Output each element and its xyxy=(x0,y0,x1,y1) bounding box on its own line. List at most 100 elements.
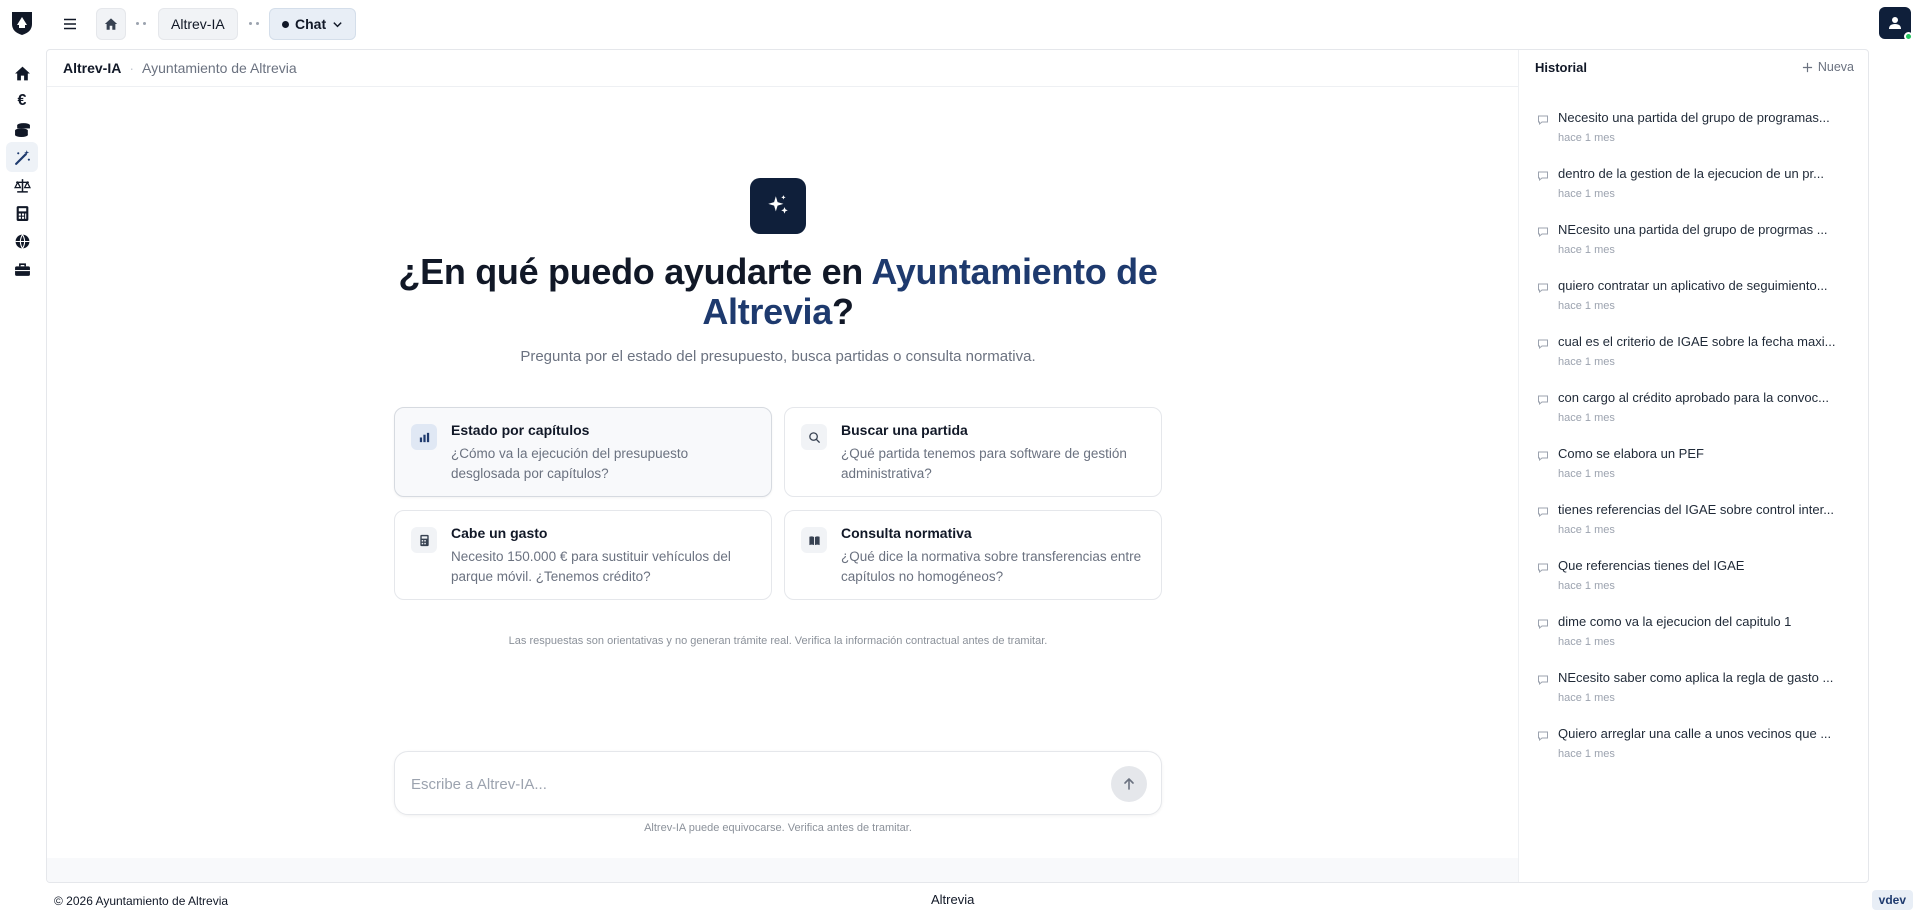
history-item[interactable]: tienes referencias del IGAE sobre contro… xyxy=(1537,502,1857,554)
history-item[interactable]: NEcesito una partida del grupo de progrm… xyxy=(1537,222,1857,274)
card-description: ¿Cómo va la ejecución del presupuesto de… xyxy=(451,446,689,481)
breadcrumb-app-label: Altrev-IA xyxy=(171,16,225,32)
history-item-time: hace 1 mes xyxy=(1558,692,1615,704)
history-item-title: Que referencias tienes del IGAE xyxy=(1558,558,1745,573)
avatar[interactable] xyxy=(1879,7,1913,41)
page-subtitle: Pregunta por el estado del presupuesto, … xyxy=(520,348,1036,365)
magic-wand-icon[interactable] xyxy=(6,142,38,172)
history-item[interactable]: Como se elabora un PEF hace 1 mes xyxy=(1537,446,1857,498)
app-name: Altrev-IA xyxy=(63,60,122,76)
card-description: ¿Qué dice la normativa sobre transferenc… xyxy=(841,549,1142,584)
history-item[interactable]: cual es el criterio de IGAE sobre la fec… xyxy=(1537,334,1857,386)
history-item-title: cual es el criterio de IGAE sobre la fec… xyxy=(1558,334,1836,349)
scale-icon[interactable] xyxy=(6,170,38,200)
chat-bubble-icon xyxy=(1538,507,1548,518)
suggestion-card-estado[interactable]: Estado por capítulos ¿Cómo va la ejecuci… xyxy=(394,407,772,497)
history-item-title: quiero contratar un aplicativo de seguim… xyxy=(1558,278,1828,293)
history-item-title: Necesito una partida del grupo de progra… xyxy=(1558,110,1830,125)
chat-bubble-icon xyxy=(1538,115,1548,126)
breadcrumb-app[interactable]: Altrev-IA xyxy=(158,8,238,40)
footer-copyright: © 2026 Ayuntamiento de Altrevia xyxy=(54,894,229,908)
plus-icon xyxy=(1802,62,1812,72)
history-item[interactable]: Que referencias tienes del IGAE hace 1 me… xyxy=(1537,558,1857,610)
history-item-title: dime como va la ejecucion del capitulo 1 xyxy=(1558,614,1792,629)
suggestion-card-buscar[interactable]: Buscar una partida ¿Qué partida tenemos … xyxy=(784,407,1162,497)
logo-shield-icon[interactable] xyxy=(10,10,34,36)
main-frame: Altrev-IA · Ayuntamiento de Altrevia ¿En… xyxy=(46,49,1869,883)
briefcase-icon[interactable] xyxy=(6,254,38,284)
breadcrumb-separator xyxy=(136,22,146,25)
main-bottom-strip xyxy=(47,858,1518,882)
send-button[interactable] xyxy=(1111,766,1147,802)
chat-bubble-icon xyxy=(1538,563,1548,574)
history-item[interactable]: Necesito una partida del grupo de progra… xyxy=(1537,110,1857,162)
history-item-title: dentro de la gestion de la ejecucion de … xyxy=(1558,166,1824,181)
suggestion-card-normativa[interactable]: Consulta normativa ¿Qué dice la normativ… xyxy=(784,510,1162,600)
card-title: Buscar una partida xyxy=(841,422,968,438)
coins-icon[interactable] xyxy=(6,114,38,144)
disclaimer: Las respuestas son orientativas y no gen… xyxy=(508,635,1048,647)
chat-bubble-icon xyxy=(1538,451,1548,462)
breadcrumb-chat-label: Chat xyxy=(295,16,327,32)
chat-bubble-icon xyxy=(1538,395,1548,406)
history-item-time: hace 1 mes xyxy=(1558,748,1615,760)
separator: · xyxy=(129,60,135,76)
history-item-time: hace 1 mes xyxy=(1558,580,1615,592)
calculator-icon[interactable] xyxy=(6,198,38,228)
bar-chart-icon xyxy=(411,424,437,450)
search-icon xyxy=(801,424,827,450)
euro-icon[interactable]: € xyxy=(6,86,38,116)
history-item-title: NEcesito una partida del grupo de progrm… xyxy=(1558,222,1828,237)
chat-input[interactable] xyxy=(411,772,1071,796)
suggestion-card-gasto[interactable]: Cabe un gasto Necesito 150.000 € para su… xyxy=(394,510,772,600)
menu-icon[interactable] xyxy=(58,12,82,36)
chat-composer xyxy=(394,751,1162,815)
history-panel: Historial Nueva Necesito una partida del… xyxy=(1518,50,1868,882)
history-item-time: hace 1 mes xyxy=(1558,356,1615,368)
card-description: Necesito 150.000 € para sustituir vehícu… xyxy=(451,549,731,584)
chat-bubble-icon xyxy=(1538,675,1548,686)
history-item-title: Quiero arreglar una calle a unos vecinos… xyxy=(1558,726,1832,741)
org-name: Ayuntamiento de Altrevia xyxy=(142,60,297,76)
hero-suffix: ? xyxy=(831,291,854,332)
chat-bubble-icon xyxy=(1538,339,1548,350)
history-item-title: Como se elabora un PEF xyxy=(1558,446,1704,461)
history-item[interactable]: quiero contratar un aplicativo de seguim… xyxy=(1537,278,1857,330)
history-item[interactable]: Quiero arreglar una calle a unos vecinos… xyxy=(1537,726,1857,778)
history-item-time: hace 1 mes xyxy=(1558,188,1615,200)
chat-bubble-icon xyxy=(1538,227,1548,238)
sparkle-icon xyxy=(750,178,806,234)
history-item[interactable]: dentro de la gestion de la ejecucion de … xyxy=(1537,166,1857,218)
new-chat-label: Nueva xyxy=(1817,60,1854,74)
history-item-time: hace 1 mes xyxy=(1558,132,1615,144)
composer-note: Altrev-IA puede equivocarse. Verifica an… xyxy=(644,822,912,834)
new-chat-button[interactable]: Nueva xyxy=(1802,60,1854,74)
top-bar: Altrev-IA Chat xyxy=(44,0,1917,48)
history-item-time: hace 1 mes xyxy=(1558,468,1615,480)
chat-bubble-icon xyxy=(1538,283,1548,294)
history-item-time: hace 1 mes xyxy=(1558,244,1615,256)
chat-bubble-icon xyxy=(1538,171,1548,182)
globe-icon[interactable] xyxy=(6,226,38,256)
context-header: Altrev-IA · Ayuntamiento de Altrevia xyxy=(47,50,1518,87)
history-item-time: hace 1 mes xyxy=(1558,412,1615,424)
online-indicator xyxy=(1904,32,1913,41)
page-title: ¿En qué puedo ayudarte en Ayuntamiento d… xyxy=(378,252,1178,332)
user-icon xyxy=(1889,17,1901,29)
history-item-time: hace 1 mes xyxy=(1558,524,1615,536)
history-item[interactable]: con cargo al crédito aprobado para la co… xyxy=(1537,390,1857,442)
card-description: ¿Qué partida tenemos para software de ge… xyxy=(841,446,1127,481)
footer: © 2026 Ayuntamiento de Altrevia Altrevia… xyxy=(46,888,1917,915)
hero-prefix: ¿En qué puedo ayudarte en xyxy=(398,251,863,292)
chat-bubble-icon xyxy=(1538,619,1548,630)
history-item[interactable]: dime como va la ejecucion del capitulo 1… xyxy=(1537,614,1857,666)
bullet-icon xyxy=(282,20,289,28)
home-icon[interactable] xyxy=(6,58,38,88)
card-title: Estado por capítulos xyxy=(451,422,590,438)
home-icon xyxy=(104,18,118,30)
breadcrumb-chat-dropdown[interactable]: Chat xyxy=(269,8,357,40)
history-title: Historial xyxy=(1535,60,1588,75)
breadcrumb-home-button[interactable] xyxy=(96,8,126,40)
history-item-title: NEcesito saber como aplica la regla de g… xyxy=(1558,670,1834,685)
history-item[interactable]: NEcesito saber como aplica la regla de g… xyxy=(1537,670,1857,722)
